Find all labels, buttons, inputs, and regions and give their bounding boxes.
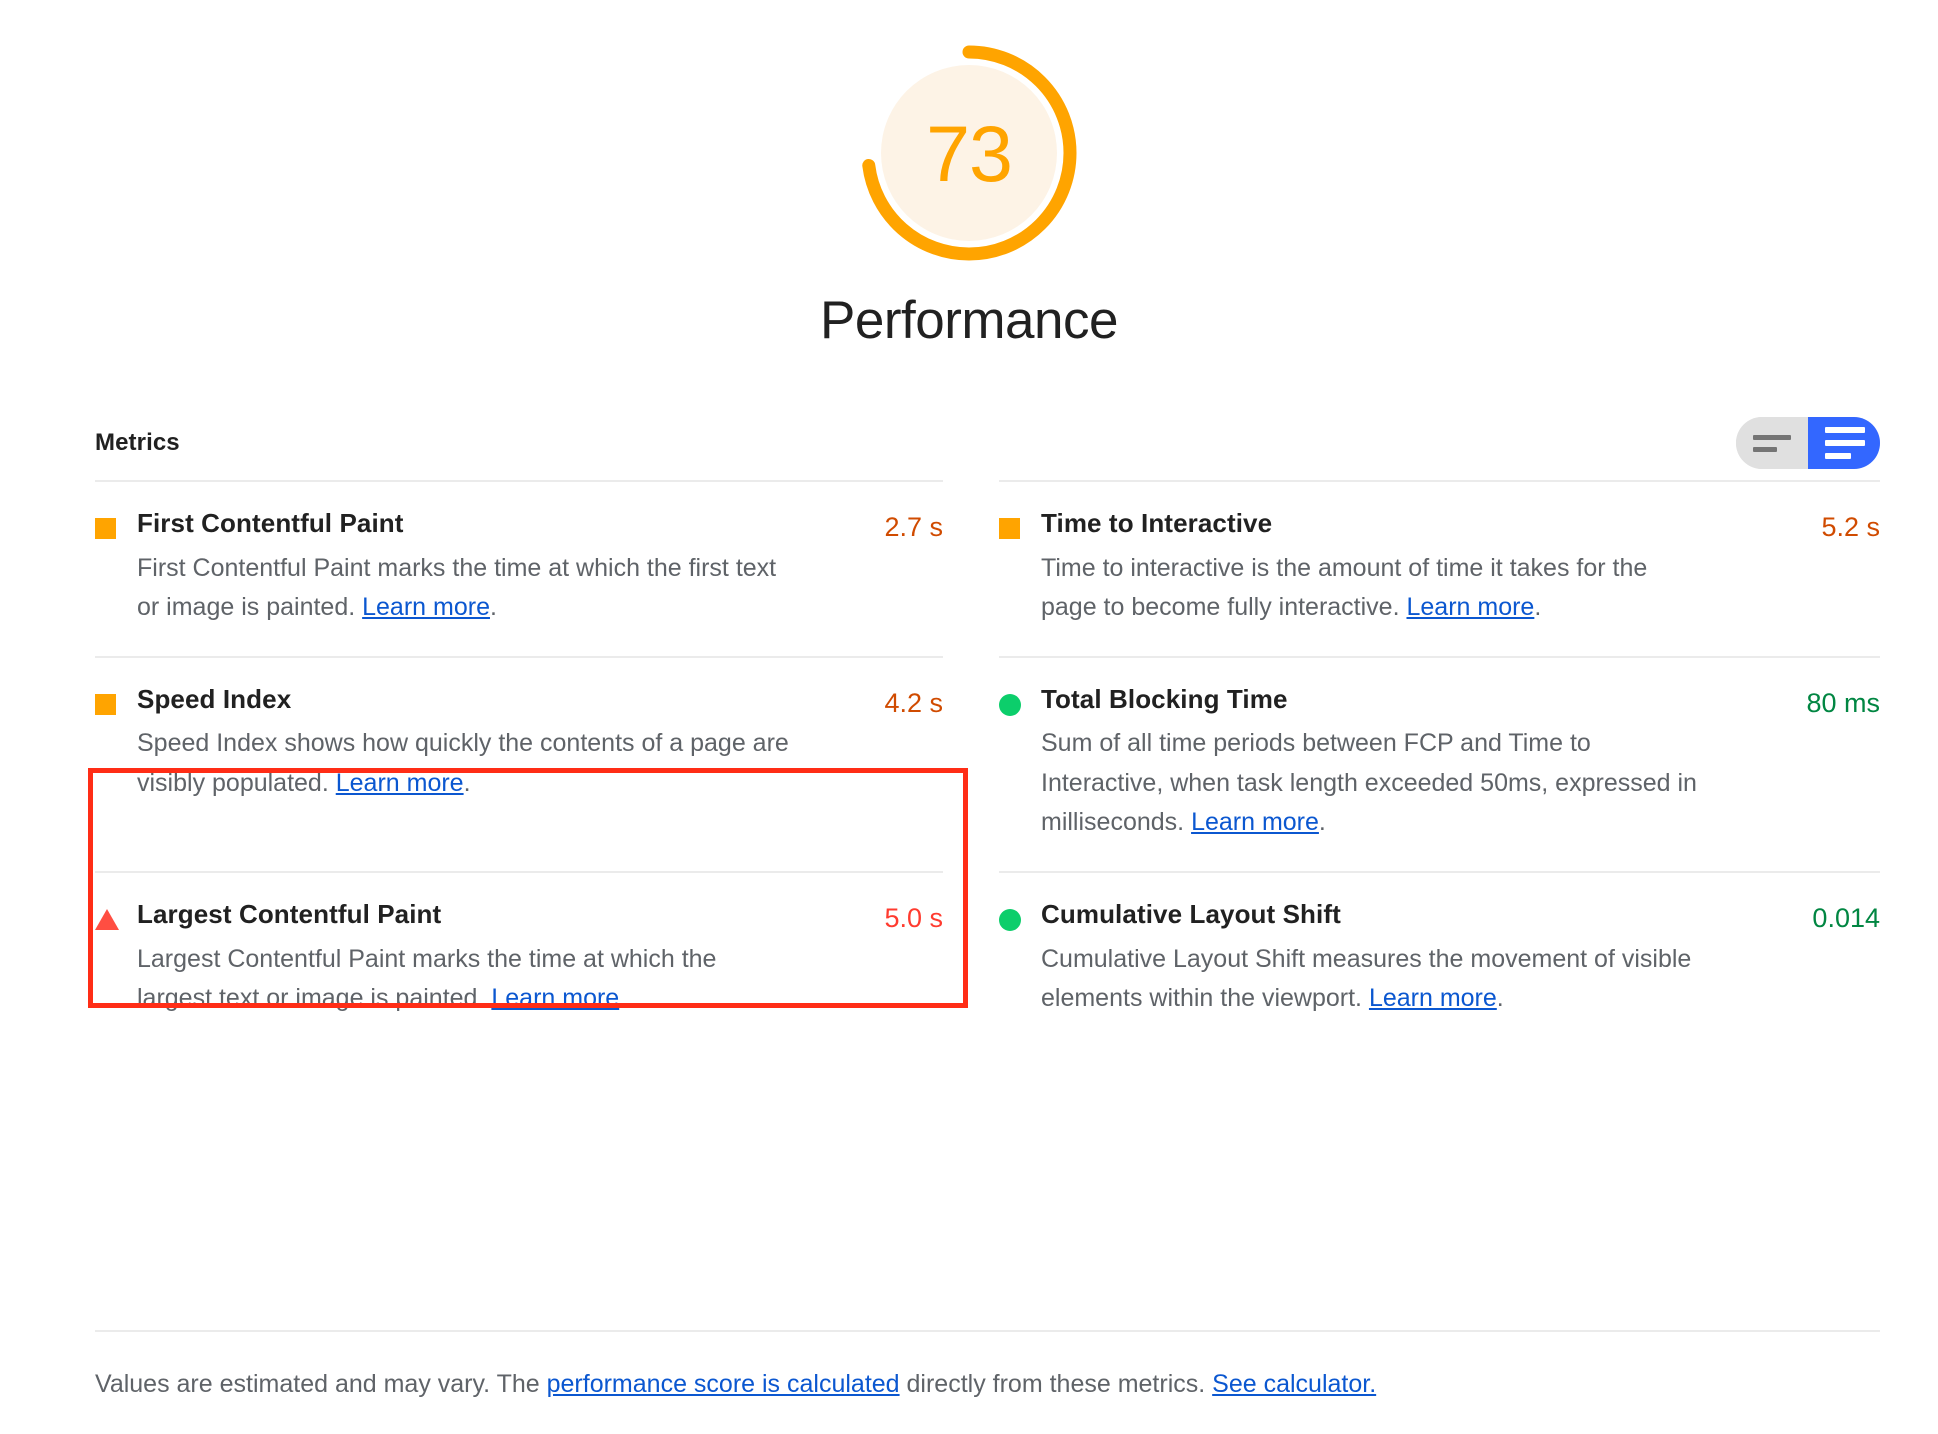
metric-description-tail: . [1318,808,1326,837]
toggle-line-icon [1825,440,1865,446]
lighthouse-performance-report: 73 Performance Metrics First Contentful … [0,0,1938,1434]
footer-text-part2: directly from these metrics. [899,1370,1213,1398]
learn-more-link[interactable]: Learn more [1406,593,1534,621]
square-icon [999,518,1021,539]
metric-value: 80 ms [1806,687,1880,718]
performance-score-section: 73 Performance [0,0,1938,351]
metric-description-tail: . [1534,593,1542,622]
metric-description: Sum of all time periods between FCP and … [1041,724,1701,843]
toggle-line-icon [1825,427,1865,433]
category-title: Performance [820,291,1118,350]
footer-text-part1: Values are estimated and may vary. The [95,1370,547,1398]
metrics-grid: First Contentful Paint First Contentful … [95,480,1880,1047]
learn-more-link[interactable]: Learn more [336,769,464,797]
metric-title: Largest Contentful Paint [137,898,442,929]
metric-title: Speed Index [137,683,292,714]
expanded-view-toggle[interactable] [1808,417,1880,469]
score-gauge: 73 [854,38,1084,268]
metric-description-tail: . [1496,984,1504,1013]
metrics-heading: Metrics [95,429,180,456]
learn-more-link[interactable]: Learn more [1369,984,1497,1012]
square-icon [95,693,117,715]
metric-item[interactable]: Largest Contentful Paint Largest Content… [95,870,943,1047]
metric-description: First Contentful Paint marks the time at… [137,549,797,628]
circle-icon [999,908,1021,931]
metrics-view-toggle[interactable] [1736,417,1880,469]
metric-description-text: Cumulative Layout Shift measures the mov… [1041,944,1692,1013]
metric-value: 4.2 s [884,687,943,718]
toggle-line-icon [1753,434,1791,440]
circle-icon [999,693,1021,716]
metric-description: Speed Index shows how quickly the conten… [137,724,797,803]
performance-score-calculated-link[interactable]: performance score is calculated [547,1370,900,1398]
metric-title: Cumulative Layout Shift [1041,898,1341,929]
triangle-icon [95,908,119,930]
see-calculator-link[interactable]: See calculator. [1212,1370,1376,1398]
learn-more-link[interactable]: Learn more [362,593,490,621]
square-icon [95,518,117,539]
metric-description-tail: . [489,593,497,622]
metric-description: Largest Contentful Paint marks the time … [137,940,797,1019]
metrics-footer-note: Values are estimated and may vary. The p… [95,1330,1880,1404]
metric-description: Time to interactive is the amount of tim… [1041,549,1701,628]
metric-item[interactable]: First Contentful Paint First Contentful … [95,480,943,656]
learn-more-link[interactable]: Learn more [491,984,619,1012]
metric-value: 2.7 s [884,512,943,542]
score-value: 73 [926,108,1013,198]
metric-item[interactable]: Total Blocking Time Sum of all time peri… [999,655,1880,871]
metric-description-text: Largest Contentful Paint marks the time … [137,944,717,1013]
collapsed-view-toggle[interactable] [1736,417,1808,469]
metric-description-text: Time to interactive is the amount of tim… [1041,553,1648,622]
learn-more-link[interactable]: Learn more [1191,808,1319,836]
metric-item[interactable]: Time to Interactive Time to interactive … [999,480,1880,656]
metrics-header: Metrics [95,416,1880,470]
metric-value: 5.0 s [884,902,943,933]
metric-title: Total Blocking Time [1041,683,1288,714]
toggle-line-icon [1753,446,1777,452]
metric-title: Time to Interactive [1041,508,1273,538]
metric-item[interactable]: Cumulative Layout Shift Cumulative Layou… [999,870,1880,1047]
metric-title: First Contentful Paint [137,508,404,538]
metric-item-speed-index[interactable]: Speed Index Speed Index shows how quickl… [95,655,943,871]
metric-value: 5.2 s [1821,512,1880,542]
metric-description-tail: . [463,768,471,797]
metric-description-text: Sum of all time periods between FCP and … [1041,729,1697,837]
toggle-line-icon [1825,453,1851,459]
metric-value: 0.014 [1812,902,1880,933]
metric-description: Cumulative Layout Shift measures the mov… [1041,940,1701,1019]
